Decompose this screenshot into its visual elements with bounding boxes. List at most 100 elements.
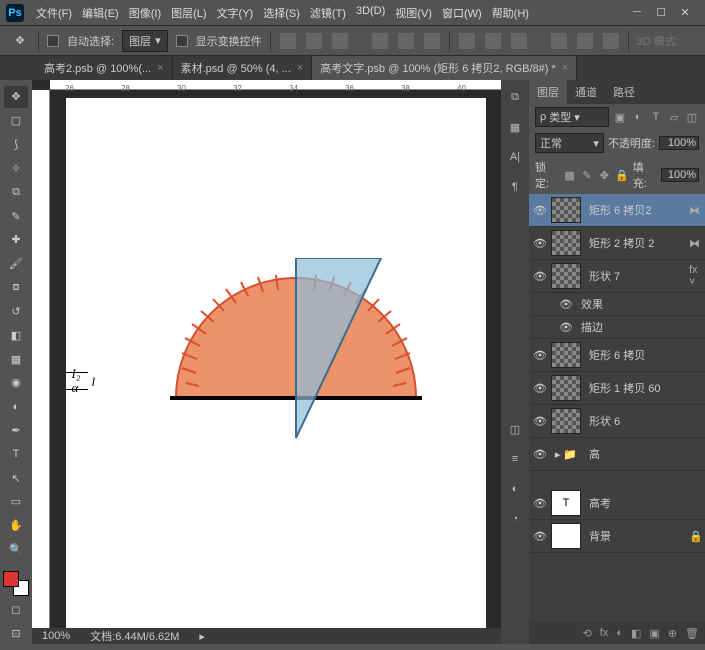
align-icon[interactable] — [332, 33, 348, 49]
group-icon[interactable]: ▣ — [649, 627, 659, 640]
menu-window[interactable]: 窗口(W) — [438, 3, 486, 23]
layer-row[interactable]: 👁T高考 — [529, 487, 705, 520]
menu-3d[interactable]: 3D(D) — [352, 3, 389, 23]
menu-file[interactable]: 文件(F) — [32, 3, 76, 23]
blur-tool[interactable]: ◉ — [4, 372, 28, 394]
layer-name[interactable]: 矩形 1 拷贝 60 — [585, 380, 701, 396]
path-tool[interactable]: ↖ — [4, 467, 28, 489]
distribute-icon[interactable] — [603, 33, 619, 49]
marquee-tool[interactable]: ▢ — [4, 110, 28, 132]
quickmask-toggle[interactable]: ◻ — [4, 598, 28, 620]
visibility-icon[interactable]: 👁 — [533, 237, 547, 250]
minimize-button[interactable]: ─ — [631, 6, 643, 19]
layer-fx-icon[interactable]: fx — [600, 627, 609, 639]
doc-tab-2[interactable]: 高考文字.psb @ 100% (矩形 6 拷贝2, RGB/8#) *× — [312, 56, 577, 80]
auto-select-checkbox[interactable] — [47, 35, 59, 47]
tab-channels[interactable]: 通道 — [567, 80, 605, 104]
distribute-icon[interactable] — [485, 33, 501, 49]
layer-name[interactable]: 形状 6 — [585, 413, 701, 429]
layer-mask-icon[interactable]: ◐ — [616, 627, 623, 639]
lasso-tool[interactable]: ⟆ — [4, 134, 28, 156]
show-transform-checkbox[interactable] — [176, 35, 188, 47]
history-panel-icon[interactable]: ⧉ — [506, 88, 524, 106]
doc-tab-0[interactable]: 高考2.psb @ 100%(...× — [36, 56, 173, 80]
lock-transparent-icon[interactable]: ▩ — [563, 168, 576, 182]
visibility-icon[interactable]: 👁 — [533, 270, 547, 283]
layer-row[interactable]: 👁矩形 6 拷贝2⧓ — [529, 194, 705, 227]
screenmode-toggle[interactable]: ⊡ — [4, 622, 28, 644]
visibility-icon[interactable]: 👁 — [533, 448, 547, 461]
menu-select[interactable]: 选择(S) — [259, 3, 304, 23]
panel-icon[interactable]: ◐ — [506, 480, 524, 498]
layer-row[interactable]: 👁 形状 7 fx ˅ — [529, 260, 705, 293]
distribute-icon[interactable] — [459, 33, 475, 49]
eraser-tool[interactable]: ◧ — [4, 324, 28, 346]
align-icon[interactable] — [424, 33, 440, 49]
maximize-button[interactable]: ☐ — [655, 6, 667, 19]
layer-name[interactable]: 背景 — [585, 528, 685, 544]
crop-tool[interactable]: ⧉ — [4, 181, 28, 203]
dodge-tool[interactable]: ◐ — [4, 396, 28, 418]
eyedropper-tool[interactable]: ✎ — [4, 205, 28, 227]
heal-tool[interactable]: ✚ — [4, 229, 28, 251]
close-tab-icon[interactable]: × — [297, 62, 303, 74]
zoom-tool[interactable]: 🔍 — [4, 539, 28, 561]
doc-info[interactable]: 文档:6.44M/6.62M — [90, 628, 179, 644]
align-icon[interactable] — [372, 33, 388, 49]
stamp-tool[interactable]: ⧈ — [4, 277, 28, 299]
menu-image[interactable]: 图像(I) — [125, 3, 165, 23]
layer-name[interactable]: 矩形 6 拷贝 — [585, 347, 701, 363]
adjustment-icon[interactable]: ◧ — [631, 627, 641, 640]
filter-adjust-icon[interactable]: ◐ — [631, 110, 645, 124]
fx-label[interactable]: fx ˅ — [689, 264, 701, 288]
distribute-icon[interactable] — [511, 33, 527, 49]
close-tab-icon[interactable]: × — [562, 62, 568, 74]
layer-name[interactable]: 高考 — [585, 495, 701, 511]
menu-type[interactable]: 文字(Y) — [213, 3, 258, 23]
menu-edit[interactable]: 编辑(E) — [78, 3, 123, 23]
document-viewport[interactable]: I₂ α l — [50, 90, 501, 628]
wand-tool[interactable]: ✧ — [4, 157, 28, 179]
align-icon[interactable] — [280, 33, 296, 49]
align-icon[interactable] — [306, 33, 322, 49]
layer-name[interactable]: 高 — [585, 446, 701, 462]
menu-layer[interactable]: 图层(L) — [167, 3, 210, 23]
layer-row[interactable]: 👁▸ 📁高 — [529, 438, 705, 471]
panel-icon[interactable]: ◫ — [506, 420, 524, 438]
menu-filter[interactable]: 滤镜(T) — [306, 3, 350, 23]
filter-type-icon[interactable]: T — [649, 110, 663, 124]
layer-name[interactable]: 矩形 6 拷贝2 — [585, 202, 685, 218]
layer-name[interactable]: 矩形 2 拷贝 2 — [585, 235, 685, 251]
filter-pixel-icon[interactable]: ▣ — [613, 110, 627, 124]
visibility-icon[interactable]: 👁 — [559, 321, 573, 334]
gradient-tool[interactable]: ▦ — [4, 348, 28, 370]
lock-paint-icon[interactable]: ✎ — [580, 168, 593, 182]
pen-tool[interactable]: ✒ — [4, 420, 28, 442]
layer-row[interactable]: 👁 矩形 1 拷贝 60 — [529, 372, 705, 405]
canvas[interactable]: I₂ α l — [66, 98, 486, 628]
brush-tool[interactable]: 🖌 — [4, 253, 28, 275]
lock-move-icon[interactable]: ✥ — [598, 168, 611, 182]
layer-row[interactable]: 👁效果 — [529, 293, 705, 316]
move-tool-icon[interactable]: ✥ — [10, 31, 30, 51]
layer-name[interactable]: 效果 — [577, 296, 701, 312]
visibility-icon[interactable]: 👁 — [533, 415, 547, 428]
paragraph-panel-icon[interactable]: ¶ — [506, 178, 524, 196]
type-tool[interactable]: T — [4, 443, 28, 465]
hand-tool[interactable]: ✋ — [4, 515, 28, 537]
panel-icon[interactable]: ◔ — [506, 510, 524, 528]
visibility-icon[interactable]: 👁 — [533, 382, 547, 395]
ruler-vertical[interactable] — [32, 90, 50, 628]
ruler-horizontal[interactable]: 2628303234363840 — [50, 80, 501, 90]
layer-row[interactable]: 👁 描边 — [529, 316, 705, 339]
filter-type[interactable]: ρ类型▾ — [535, 107, 609, 127]
zoom-level[interactable]: 100% — [42, 630, 70, 642]
filter-smart-icon[interactable]: ◫ — [685, 110, 699, 124]
layer-row[interactable]: 👁 形状 6 — [529, 405, 705, 438]
fill-value[interactable]: 100% — [661, 168, 699, 182]
layer-name[interactable]: 描边 — [577, 319, 701, 335]
layer-name[interactable]: 形状 7 — [585, 268, 685, 284]
align-icon[interactable] — [398, 33, 414, 49]
tab-layers[interactable]: 图层 — [529, 80, 567, 104]
close-tab-icon[interactable]: × — [157, 62, 163, 74]
